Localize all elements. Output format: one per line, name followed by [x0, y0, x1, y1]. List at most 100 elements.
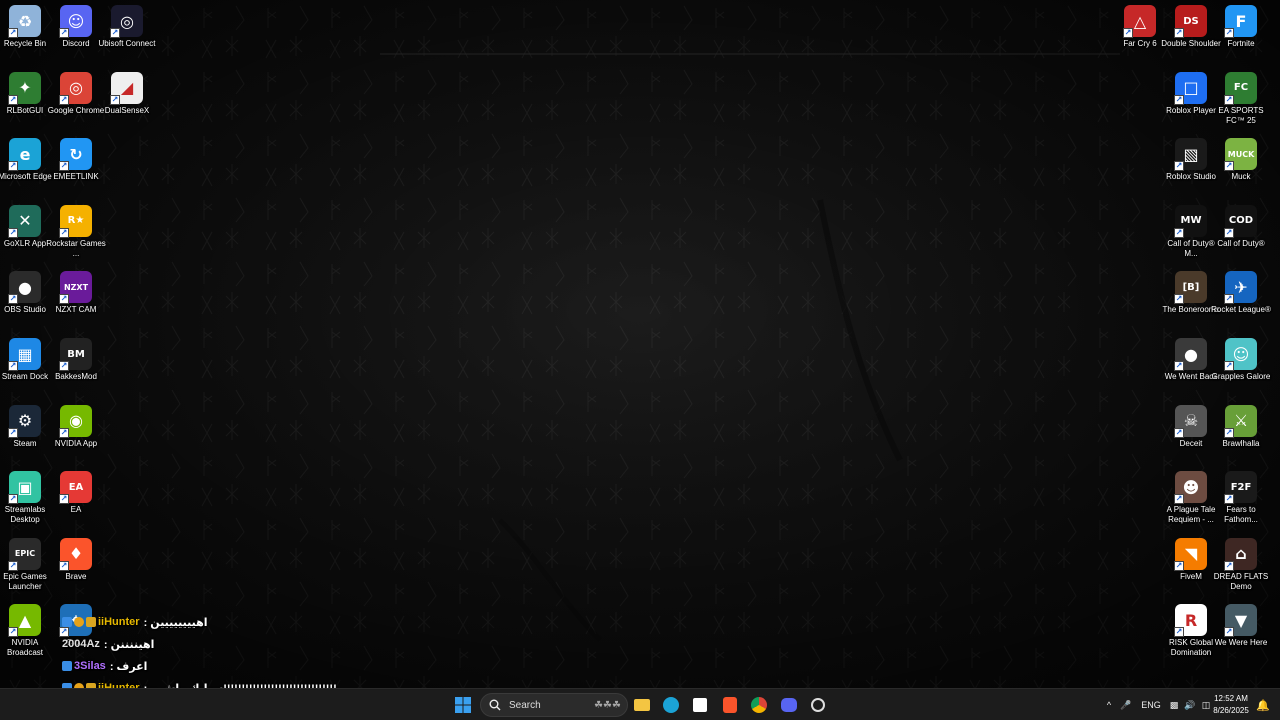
nzxt-cam-icon: NZXT ↗ — [59, 271, 92, 305]
desktop-shortcut[interactable]: BM ↗ BakkesMod — [51, 333, 101, 399]
windows-logo-icon — [455, 697, 471, 713]
desktop-shortcut[interactable]: ✈ ↗ Rocket League® — [1211, 266, 1271, 332]
shortcut-arrow-icon: ↗ — [1224, 161, 1234, 172]
shortcut-arrow-icon: ↗ — [8, 361, 18, 371]
desktop-shortcut[interactable]: ● ↗ OBS Studio — [0, 266, 50, 332]
brave-icon — [723, 697, 737, 713]
desktop-shortcut[interactable]: MW ↗ Call of Duty® M... — [1166, 200, 1216, 266]
desktop-shortcut[interactable]: ☺ ↗ Grapples Galore — [1212, 333, 1270, 399]
desktop-shortcut[interactable]: ♻ ↗ Recycle Bin — [0, 0, 50, 66]
stream-dock-icon: ▦ ↗ — [8, 338, 41, 371]
shortcut-arrow-icon: ↗ — [110, 28, 120, 38]
desktop-shortcut[interactable]: ▲ ↗ NVIDIA Broadcast — [0, 599, 50, 665]
microphone-icon[interactable]: 🎤 — [1116, 700, 1136, 711]
ubisoft-icon: ◎ ↗ — [110, 5, 143, 38]
taskbar-chrome[interactable] — [747, 693, 771, 717]
chat-text: : اهيننننن — [103, 638, 155, 651]
desktop-shortcut[interactable]: ↻ ↗ EMEETLINK — [51, 133, 101, 199]
risk-icon: R ↗ — [1174, 604, 1207, 638]
desktop-shortcut[interactable]: ▼ ↗ We Were Here — [1215, 599, 1267, 665]
icon-glyph: ⚙ — [17, 411, 33, 431]
shortcut-arrow-icon: ↗ — [8, 560, 18, 571]
icon-glyph: ◢ — [120, 78, 134, 98]
taskbar-store[interactable] — [688, 693, 712, 717]
shortcut-arrow-icon: ↗ — [59, 161, 69, 172]
desktop-shortcut[interactable]: MUCK ↗ Muck — [1216, 133, 1266, 199]
shortcut-arrow-icon: ↗ — [1224, 627, 1234, 638]
desktop-shortcut[interactable]: ✕ ↗ GoXLR App — [0, 200, 50, 266]
desktop-shortcut[interactable]: ♦ ↗ Brave — [51, 533, 101, 599]
icon-glyph: ♻ — [17, 11, 33, 31]
desktop-shortcut[interactable]: [B] ↗ The Bonerooms — [1163, 266, 1219, 332]
desktop-shortcut[interactable]: ☺ ↗ Discord — [51, 0, 101, 66]
desktop-shortcut[interactable]: FC ↗ EA SPORTS FC™ 25 — [1216, 67, 1266, 133]
chat-text: : اعرف — [109, 660, 148, 673]
desktop-shortcut[interactable]: ⚙ ↗ Steam — [0, 400, 50, 466]
shortcut-arrow-icon: ↗ — [1174, 94, 1184, 105]
desktop-shortcut[interactable]: ⚔ ↗ Brawlhalla — [1216, 400, 1266, 466]
notifications-button[interactable]: 🔔 — [1254, 693, 1272, 717]
chevron-up-icon[interactable]: ^ — [1102, 700, 1116, 710]
discord-icon: ☺ ↗ — [59, 5, 92, 38]
desktop-shortcut[interactable]: ◎ ↗ Ubisoft Connect — [99, 0, 155, 66]
desktop-shortcut[interactable]: ◢ ↗ DualSenseX — [102, 67, 152, 133]
desktop-shortcut-label: We Were Here — [1214, 638, 1268, 648]
desktop-shortcut[interactable]: DS ↗ Double Shoulder — [1161, 0, 1221, 66]
network-icon[interactable]: ▩ — [1166, 700, 1182, 711]
taskbar-clock[interactable]: 12:52 AM 8/26/2025 — [1208, 693, 1254, 717]
edge-icon — [663, 697, 679, 713]
icon-glyph: EPIC — [14, 549, 36, 559]
shortcut-arrow-icon: ↗ — [59, 28, 69, 38]
icon-glyph: ☻ — [1182, 477, 1200, 497]
start-button[interactable] — [451, 693, 475, 717]
icon-glyph: ◥ — [1184, 544, 1198, 564]
chat-username: 2004Az — [62, 638, 100, 650]
desktop-shortcut[interactable]: ◎ ↗ Google Chrome — [48, 67, 104, 133]
fears-to-fathom-icon: F2F ↗ — [1224, 471, 1257, 505]
taskbar-search-box[interactable]: Search ☘☘☘ — [480, 693, 628, 717]
desktop-shortcut[interactable]: ✦ ↗ RLBotGUI — [0, 67, 50, 133]
chat-message: iiHunter : اهيييييييين — [62, 612, 208, 632]
desktop-shortcut[interactable]: EPIC ↗ Epic Games Launcher — [0, 533, 50, 599]
desktop-shortcut[interactable]: F2F ↗ Fears to Fathom... — [1216, 466, 1266, 532]
desktop-shortcut[interactable]: □ ↗ Roblox Player — [1166, 67, 1216, 133]
desktop-shortcut[interactable]: ◥ ↗ FiveM — [1166, 533, 1216, 599]
desktop-shortcut[interactable]: ▧ ↗ Roblox Studio — [1166, 133, 1216, 199]
icon-glyph: ✦ — [18, 78, 32, 98]
icon-glyph: DS — [1183, 15, 1199, 27]
taskbar-brave[interactable] — [718, 693, 742, 717]
icon-glyph: ⌂ — [1235, 544, 1247, 564]
language-indicator[interactable]: ENG — [1136, 700, 1166, 710]
store-icon — [693, 698, 707, 712]
chrome-icon: ◎ ↗ — [59, 71, 92, 105]
desktop-shortcut[interactable]: e ↗ Microsoft Edge — [0, 133, 52, 199]
desktop-shortcut[interactable]: ● ↗ We Went Back — [1165, 333, 1217, 399]
taskbar-discord[interactable] — [777, 693, 801, 717]
desktop-shortcut[interactable]: F ↗ Fortnite — [1216, 0, 1266, 66]
desktop-shortcut[interactable]: R ↗ RISK Global Domination — [1166, 599, 1216, 665]
taskbar-edge[interactable] — [659, 693, 683, 717]
desktop-shortcut[interactable]: COD ↗ Call of Duty® — [1216, 200, 1266, 266]
desktop-shortcut[interactable]: ☠ ↗ Deceit — [1166, 400, 1216, 466]
shortcut-arrow-icon: ↗ — [59, 94, 69, 105]
taskbar-app[interactable] — [806, 693, 830, 717]
icon-glyph: [B] — [1182, 281, 1200, 293]
volume-icon[interactable]: 🔊 — [1182, 700, 1198, 711]
desktop-shortcut[interactable]: ☻ ↗ A Plague Tale Requiem - ... — [1166, 466, 1216, 532]
icon-glyph: MUCK — [1227, 149, 1255, 159]
icon-glyph: ✈ — [1234, 277, 1248, 297]
grapples-galore-icon: ☺ ↗ — [1224, 338, 1257, 371]
desktop-shortcut[interactable]: ▦ ↗ Stream Dock — [0, 333, 50, 399]
desktop-shortcut[interactable]: ▣ ↗ Streamlabs Desktop — [0, 466, 50, 532]
icon-glyph: □ — [1183, 78, 1199, 98]
desktop-shortcut[interactable]: △ ↗ Far Cry 6 — [1115, 0, 1165, 66]
icon-glyph: ☺ — [1232, 344, 1250, 364]
desktop-shortcut[interactable]: NZXT ↗ NZXT CAM — [51, 266, 101, 332]
desktop-shortcut[interactable]: ◉ ↗ NVIDIA App — [51, 400, 101, 466]
taskbar-file-explorer[interactable] — [630, 693, 654, 717]
desktop-shortcut[interactable]: ⌂ ↗ DREAD FLATS Demo — [1214, 533, 1268, 599]
desktop-shortcut-label: DREAD FLATS Demo — [1213, 571, 1269, 591]
desktop-shortcut[interactable]: R★ ↗ Rockstar Games ... — [46, 200, 106, 266]
desktop-shortcut[interactable]: EA ↗ EA — [51, 466, 101, 532]
shortcut-arrow-icon: ↗ — [1174, 161, 1184, 172]
